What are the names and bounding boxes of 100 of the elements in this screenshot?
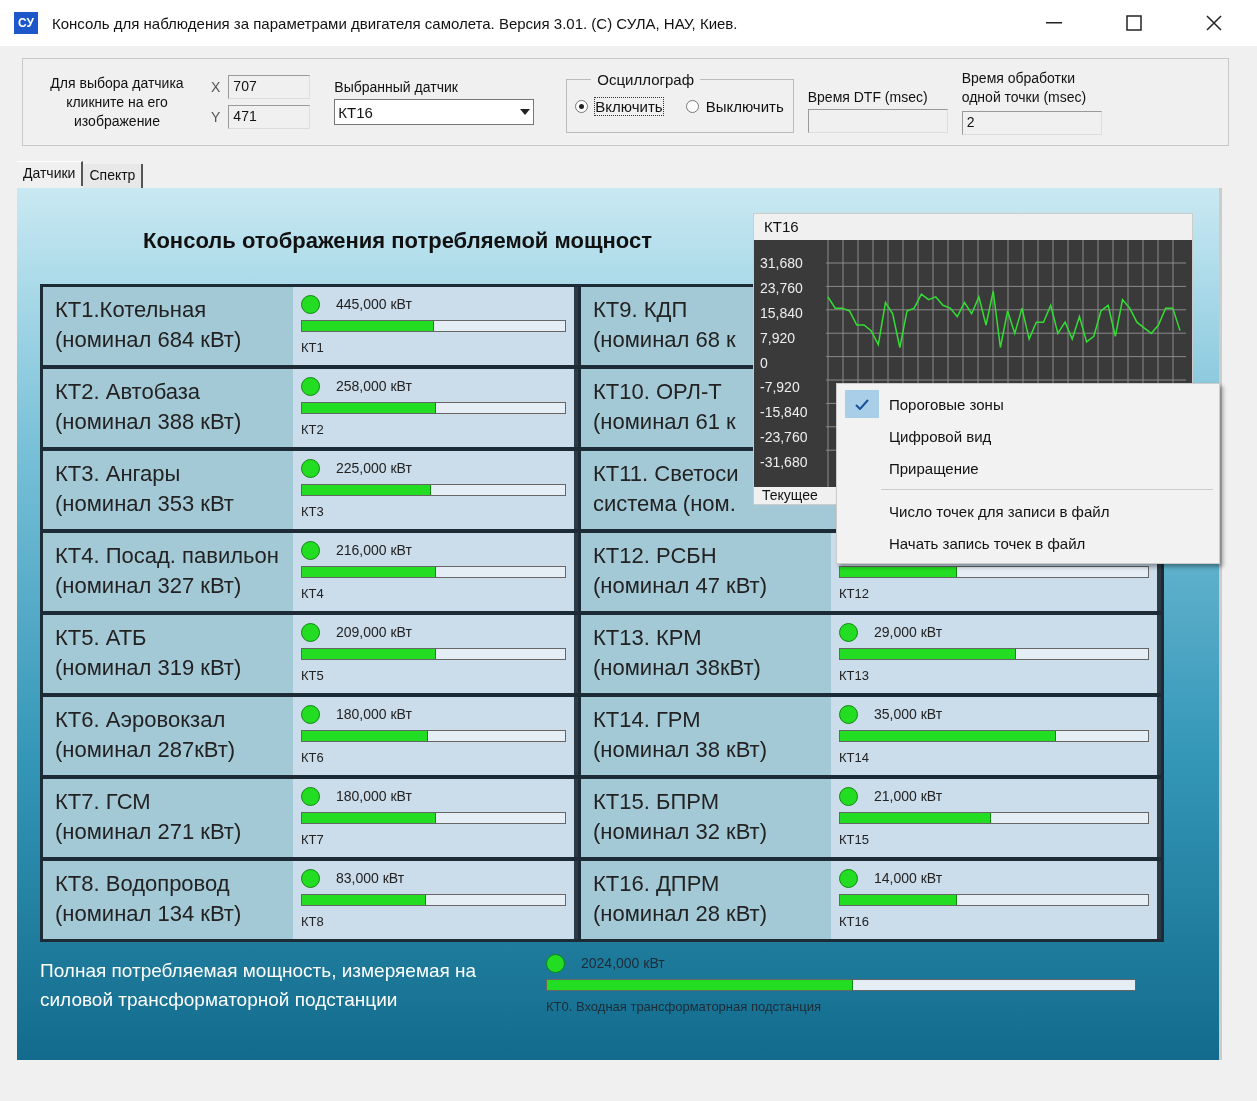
tab[interactable]: Спектр [83,164,144,188]
dropdown-arrow-icon [520,109,531,115]
status-dot [839,786,858,806]
sensor-name: КТ7. ГСМ [55,788,151,816]
sensor-cell[interactable]: КТ6. Аэровокзал (номинал 287кВт) 180,000 кВт КТ6 [43,697,578,775]
axis-label: 31,680 [760,254,804,272]
sensor-nominal: (номинал 28 кВт) [593,900,767,928]
sensor-name: КТ12. РСБН [593,542,717,570]
point-time-field[interactable]: 2 [961,111,1102,135]
y-field[interactable]: 471 [228,105,311,129]
sensor-name: КТ14. ГРМ [593,706,701,734]
app-icon: СУ [14,12,38,34]
sensor-name: КТ8. Водопровод [55,870,230,898]
sensor-name: КТ6. Аэровокзал [55,706,226,734]
close-icon [1206,15,1222,31]
axis-label: 7,920 [760,328,797,347]
tab[interactable]: Датчики [17,161,84,186]
sensor-nominal: (номинал 388 кВт) [55,408,242,436]
sensor-cell[interactable]: КТ13. КРМ (номинал 38кВт) 29,000 кВт КТ13 [581,615,1161,693]
axis-label: -7,920 [760,378,801,397]
x-label: X [211,79,221,95]
status-dot [301,376,320,396]
sensor-cell[interactable]: КТ15. БПРМ (номинал 32 кВт) 21,000 кВт КТ15 [581,779,1161,857]
status-dot [301,540,320,560]
meter-tag: КТ5 [301,668,566,683]
dtf-field[interactable] [807,109,948,133]
status-dot [839,868,858,888]
radio-option[interactable]: Выключить [685,96,785,116]
sensor-cell[interactable]: КТ7. ГСМ (номинал 271 кВт) 180,000 кВт КТ7 [43,779,578,857]
sensor-cell[interactable]: КТ8. Водопровод (номинал 134 кВт) 83,000 кВт КТ8 [43,861,578,939]
sensor-cell[interactable]: КТ2. Автобаза (номинал 388 кВт) 258,000 кВт КТ2 [43,369,578,447]
sensor-nominal: (номинал 38кВт) [593,654,761,682]
axis-label: 0 [760,353,769,372]
sensor-name: КТ15. БПРМ [593,788,719,816]
meter-tag: КТ0. Входная трансформаторная подстанция [546,999,1136,1014]
menu-item[interactable]: Приращение [839,452,1217,484]
hint-text: Для выбора датчика кликните на его изображение [49,73,185,131]
meter-tag: КТ14 [839,750,1149,765]
status-dot [546,953,565,973]
sensor-nominal: (номинал 287кВт) [55,736,236,764]
status-dot [301,622,320,642]
sensor-nominal: (номинал 38 кВт) [593,736,767,764]
sensor-nominal: (номинал 684 кВт) [55,326,242,354]
sensor-dropdown[interactable]: КТ16 [334,99,535,125]
axis-label: -31,680 [760,453,809,471]
meter-tag: КТ3 [301,504,566,519]
meter-tag: КТ8 [301,914,566,929]
sensor-name: КТ16. ДПРМ [593,870,720,898]
sensor-name: КТ10. ОРЛ-Т [593,378,722,406]
status-dot [301,294,320,314]
maximize-icon [1126,15,1142,31]
oscilloscope-title: КТ16 [763,217,800,237]
point-time-label: Время обработки одной точки (msec) [961,69,1088,107]
meter-tag: КТ7 [301,832,566,847]
status-dot [301,458,320,478]
meter-reading: 445,000 кВт [336,296,412,312]
sensor-cell[interactable]: КТ16. ДПРМ (номинал 28 кВт) 14,000 кВт КТ16 [581,861,1161,939]
meter-reading: 21,000 кВт [874,788,943,804]
sensor-nominal: (номинал 32 кВт) [593,818,767,846]
menu-item[interactable]: Пороговые зоны [839,388,1217,420]
group-title: Осциллограф [596,71,695,88]
sensor-cell[interactable]: КТ14. ГРМ (номинал 38 кВт) 35,000 кВт КТ14 [581,697,1161,775]
window-title: Консоль для наблюдения за параметрами двигателя самолета. Версия 3.01. (С) СУЛА, НАУ, Киев. [52,14,739,32]
meter-tag: КТ12 [839,586,1149,601]
sensor-name: КТ1.Котельная [55,296,207,324]
meter-tag: КТ2 [301,422,566,437]
axis-label: 23,760 [760,278,804,297]
meter-tag: КТ4 [301,586,566,601]
status-dot [301,786,320,806]
menu-item[interactable]: Цифровой вид [839,420,1217,452]
sensor-cell[interactable]: КТ4. Посад. павильон (номинал 327 кВт) 216,000 кВт КТ4 [43,533,578,611]
sensor-name: КТ2. Автобаза [55,378,201,406]
sensor-cell[interactable]: КТ5. АТБ (номинал 319 кВт) 209,000 кВт КТ5 [43,615,578,693]
meter-tag: КТ16 [839,914,1149,929]
status-dot [301,868,320,888]
axis-label: 15,840 [760,303,804,322]
meter-reading: 225,000 кВт [336,460,412,476]
status-dot [839,704,858,724]
dtf-label: Время DTF (msec) [807,89,929,105]
menu-item[interactable]: Число точек для записи в файл [839,495,1217,527]
panel-title: Консоль отображения потребляемой мощност [143,228,652,254]
axis-label: -23,760 [760,428,809,447]
x-field[interactable]: 707 [228,75,311,99]
sensor-nominal: (номинал 47 кВт) [593,572,767,600]
sensor-name: КТ11. Светоси [593,460,739,488]
total-caption: Полная потребляемая мощность, измеряемая на силовой трансформаторной подстанции [40,959,478,1012]
meter-reading: 216,000 кВт [336,542,412,558]
sensor-nominal: (номинал 319 кВт) [55,654,242,682]
sensor-nominal: (номинал 68 к [593,326,736,354]
meter-reading: 29,000 кВт [874,624,943,640]
meter-tag: КТ1 [301,340,566,355]
status-dot [301,704,320,724]
sensor-cell[interactable]: КТ3. Ангары (номинал 353 кВт 225,000 кВт КТ3 [43,451,578,529]
sensor-cell[interactable]: КТ1.Котельная (номинал 684 кВт) 445,000 кВт КТ1 [43,287,578,365]
check-icon [855,398,869,410]
sensor-name: КТ13. КРМ [593,624,702,652]
meter-tag: КТ6 [301,750,566,765]
axis-label: -15,840 [760,403,809,422]
meter-reading: 209,000 кВт [336,624,412,640]
sensor-nominal: (номинал 327 кВт) [55,572,242,600]
